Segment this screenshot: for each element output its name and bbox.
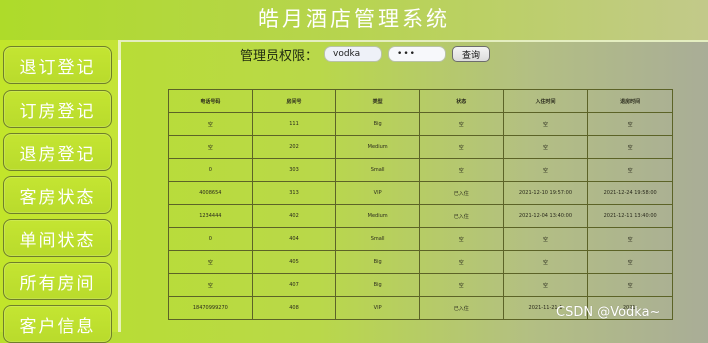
cell-checkout: 空 [587, 250, 673, 274]
table-row[interactable]: 0 303 Small 空 空 空 [168, 158, 673, 182]
csdn-watermark: CSDN @Vodka~ [556, 305, 661, 320]
header-status: 状态 [418, 89, 504, 113]
cell-status: 空 [418, 135, 504, 159]
sidebar-scrollbar[interactable] [118, 60, 121, 240]
cell-checkout: 空 [587, 158, 673, 182]
rooms-table: 电话号码 房间号 类型 状态 入住时间 退房时间 空 111 Big 空 空 空… [168, 89, 673, 320]
cell-checkin: 空 [502, 227, 589, 251]
table-header-row: 电话号码 房间号 类型 状态 入住时间 退房时间 [168, 89, 673, 113]
cell-checkout: 2021-12-11 13:40:00 [587, 204, 673, 228]
cell-room: 404 [251, 227, 337, 251]
app-title: 皓月酒店管理系统 [258, 7, 450, 31]
nav-single-room-status-button[interactable]: 单间状态 [3, 219, 112, 257]
cell-type: Medium [335, 204, 420, 228]
cell-status: 已入住 [418, 204, 504, 228]
cell-checkin: 2021-12-04 13:40:00 [502, 204, 589, 228]
header-checkin-time: 入住时间 [502, 89, 589, 113]
cell-phone: 0 [168, 227, 253, 251]
cell-checkout: 空 [587, 227, 673, 251]
nav-customer-info-button[interactable]: 客户信息 [3, 305, 112, 343]
cell-type: VIP [335, 296, 420, 320]
nav-cancel-booking-button[interactable]: 退订登记 [3, 46, 112, 84]
header-room-number: 房间号 [251, 89, 337, 113]
title-bar: 皓月酒店管理系统 [0, 0, 708, 40]
cell-room: 405 [251, 250, 337, 274]
table-row[interactable]: 1234444 402 Medium 已入住 2021-12-04 13:40:… [168, 204, 673, 228]
table-row[interactable]: 空 407 Big 空 空 空 [168, 273, 673, 297]
cell-room: 202 [251, 135, 337, 159]
cell-type: VIP [335, 181, 420, 205]
cell-checkin: 空 [502, 158, 589, 182]
table-row[interactable]: 4008654 313 VIP 已入住 2021-12-10 19:57:00 … [168, 181, 673, 205]
cell-phone: 空 [168, 112, 253, 136]
table-row[interactable]: 空 405 Big 空 空 空 [168, 250, 673, 274]
cell-checkout: 空 [587, 112, 673, 136]
cell-type: Medium [335, 135, 420, 159]
cell-phone: 0 [168, 158, 253, 182]
cell-phone: 1234444 [168, 204, 253, 228]
cell-type: Small [335, 227, 420, 251]
cell-room: 313 [251, 181, 337, 205]
cell-status: 空 [418, 158, 504, 182]
nav-all-rooms-button[interactable]: 所有房间 [3, 262, 112, 300]
cell-room: 408 [251, 296, 337, 320]
query-button[interactable]: 查询 [452, 46, 491, 62]
cell-checkin: 空 [502, 112, 589, 136]
cell-checkin: 空 [502, 250, 589, 274]
cell-phone: 空 [168, 273, 253, 297]
cell-type: Big [335, 112, 420, 136]
table-row[interactable]: 空 202 Medium 空 空 空 [168, 135, 673, 159]
header-phone: 电话号码 [168, 89, 253, 113]
cell-status: 已入住 [418, 181, 504, 205]
cell-room: 402 [251, 204, 337, 228]
cell-type: Small [335, 158, 420, 182]
table-row[interactable]: 0 404 Small 空 空 空 [168, 227, 673, 251]
cell-checkin: 空 [502, 135, 589, 159]
cell-phone: 空 [168, 250, 253, 274]
header-divider [121, 40, 708, 42]
cell-checkout: 2021-12-24 19:58:00 [587, 181, 673, 205]
cell-status: 已入住 [418, 296, 504, 320]
cell-status: 空 [418, 273, 504, 297]
cell-type: Big [335, 273, 420, 297]
cell-checkout: 空 [587, 273, 673, 297]
admin-query-bar: 管理员权限： vodka ••• 查询 [240, 44, 491, 64]
cell-room: 407 [251, 273, 337, 297]
header-type: 类型 [335, 89, 420, 113]
cell-checkin: 2021-12-10 19:57:00 [502, 181, 589, 205]
cell-type: Big [335, 250, 420, 274]
cell-phone: 4008654 [168, 181, 253, 205]
cell-phone: 18470999270 [168, 296, 253, 320]
cell-checkin: 空 [502, 273, 589, 297]
nav-room-status-button[interactable]: 客房状态 [3, 176, 112, 214]
admin-permission-label: 管理员权限： [240, 48, 319, 64]
nav-book-room-button[interactable]: 订房登记 [3, 90, 112, 128]
cell-checkout: 空 [587, 135, 673, 159]
cell-phone: 空 [168, 135, 253, 159]
cell-room: 111 [251, 112, 337, 136]
username-input[interactable]: vodka [324, 46, 383, 62]
password-input[interactable]: ••• [388, 46, 447, 62]
cell-room: 303 [251, 158, 337, 182]
table-row[interactable]: 空 111 Big 空 空 空 [168, 112, 673, 136]
cell-status: 空 [418, 250, 504, 274]
cell-status: 空 [418, 227, 504, 251]
nav-checkout-button[interactable]: 退房登记 [3, 133, 112, 171]
header-checkout-time: 退房时间 [587, 89, 673, 113]
cell-status: 空 [418, 112, 504, 136]
